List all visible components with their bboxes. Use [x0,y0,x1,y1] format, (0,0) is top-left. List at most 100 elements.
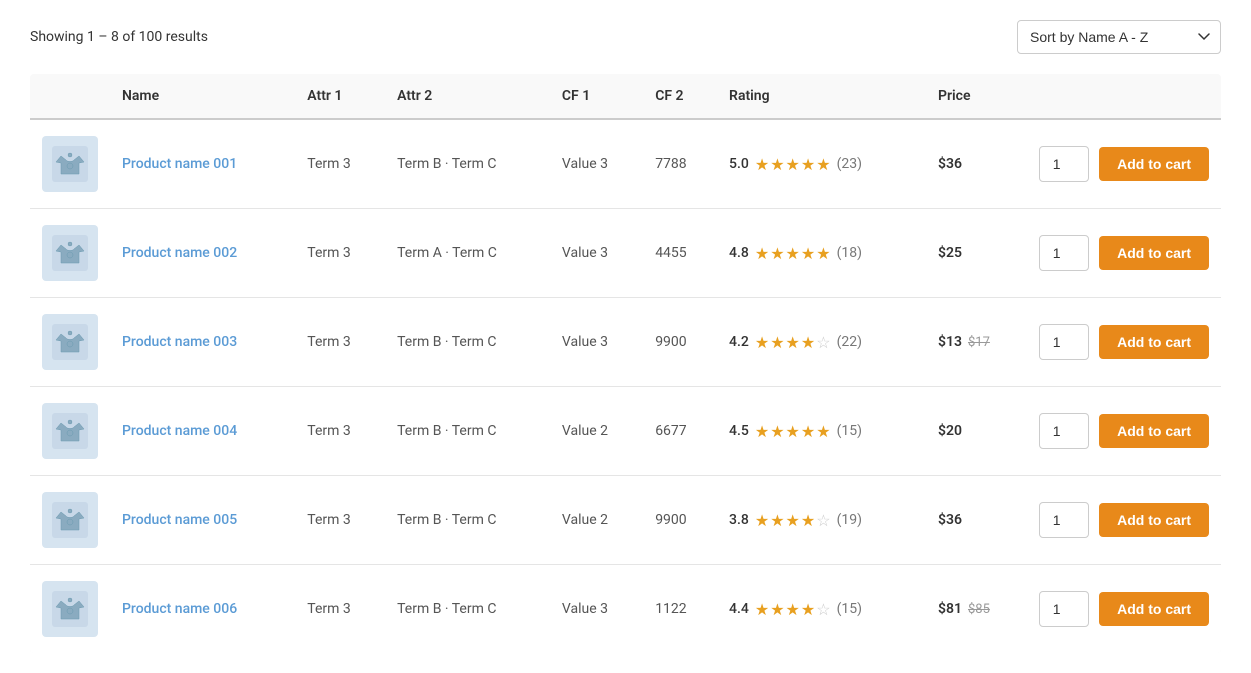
table-row: Product name 004 Term 3 Term B · Term C … [30,387,1221,476]
product-image-cell [30,119,110,209]
star-rating: ★★★★★ [755,422,831,441]
product-name-link[interactable]: Product name 006 [122,601,237,617]
price-main: $81 [938,601,962,617]
qty-input[interactable] [1039,324,1089,360]
qty-input[interactable] [1039,146,1089,182]
add-to-cart-button[interactable]: Add to cart [1099,592,1209,626]
star-filled: ★ [755,244,769,263]
price-main: $36 [938,512,962,528]
rating-cell: 4.8 ★★★★★ (18) [717,209,926,298]
qty-input[interactable] [1039,591,1089,627]
star-filled: ★ [770,244,784,263]
qty-input[interactable] [1039,413,1089,449]
product-image [42,225,98,281]
product-image-cell [30,387,110,476]
star-filled: ★ [786,600,800,619]
star-filled: ★ [801,155,815,174]
th-name: Name [110,74,295,119]
table-row: Product name 006 Term 3 Term B · Term C … [30,565,1221,654]
star-filled: ★ [816,155,830,174]
cf1-cell: Value 3 [550,209,643,298]
price-cell: $25 [926,209,1027,298]
rating-count: (23) [837,156,862,172]
th-cf1: CF 1 [550,74,643,119]
price-cell: $20 [926,387,1027,476]
product-name-link[interactable]: Product name 001 [122,156,237,172]
price-cell: $13 $17 [926,298,1027,387]
attr2-cell: Term B · Term C [385,298,550,387]
star-partial: ★ [816,244,830,263]
star-filled: ★ [755,155,769,174]
product-image-cell [30,565,110,654]
th-attr2: Attr 2 [385,74,550,119]
star-filled: ★ [770,600,784,619]
star-partial: ★ [801,511,815,530]
th-rating: Rating [717,74,926,119]
product-name-link[interactable]: Product name 003 [122,334,237,350]
rating-count: (19) [837,512,862,528]
price-original: $17 [968,335,990,350]
cf1-cell: Value 2 [550,476,643,565]
product-name-link[interactable]: Product name 004 [122,423,237,439]
attr1-cell: Term 3 [295,387,385,476]
star-filled: ★ [770,155,784,174]
product-name-cell: Product name 005 [110,476,295,565]
product-name-link[interactable]: Product name 002 [122,245,237,261]
action-cell: Add to cart [1027,298,1221,387]
star-filled: ★ [786,422,800,441]
qty-input[interactable] [1039,235,1089,271]
rating-count: (22) [837,334,862,350]
add-to-cart-button[interactable]: Add to cart [1099,236,1209,270]
rating-value: 5.0 [729,156,749,172]
star-filled: ★ [755,511,769,530]
product-name-link[interactable]: Product name 005 [122,512,237,528]
star-empty: ☆ [816,600,830,619]
rating-count: (15) [837,423,862,439]
product-name-cell: Product name 002 [110,209,295,298]
top-bar: Showing 1 – 8 of 100 results Sort by Nam… [30,20,1221,54]
sort-select[interactable]: Sort by Name A - ZSort by Name Z - ASort… [1017,20,1221,54]
star-rating: ★★★★★ [755,244,831,263]
star-filled: ★ [755,600,769,619]
table-row: Product name 005 Term 3 Term B · Term C … [30,476,1221,565]
star-filled: ★ [770,333,784,352]
price-main: $13 [938,334,962,350]
rating-cell: 3.8 ★★★★☆ (19) [717,476,926,565]
rating-value: 4.2 [729,334,749,350]
attr1-cell: Term 3 [295,298,385,387]
qty-input[interactable] [1039,502,1089,538]
table-row: Product name 002 Term 3 Term A · Term C … [30,209,1221,298]
add-to-cart-button[interactable]: Add to cart [1099,503,1209,537]
cf2-cell: 9900 [643,298,717,387]
table-body: Product name 001 Term 3 Term B · Term C … [30,119,1221,653]
price-cell: $81 $85 [926,565,1027,654]
action-cell: Add to cart [1027,209,1221,298]
attr1-cell: Term 3 [295,476,385,565]
add-to-cart-button[interactable]: Add to cart [1099,414,1209,448]
add-to-cart-button[interactable]: Add to cart [1099,325,1209,359]
cf1-cell: Value 3 [550,298,643,387]
star-filled: ★ [786,155,800,174]
product-image-cell [30,209,110,298]
product-image-cell [30,298,110,387]
star-rating: ★★★★★ [755,155,831,174]
star-filled: ★ [755,422,769,441]
rating-cell: 4.4 ★★★★☆ (15) [717,565,926,654]
star-filled: ★ [755,333,769,352]
th-actions [1027,74,1221,119]
price-main: $20 [938,423,962,439]
attr2-cell: Term B · Term C [385,119,550,209]
cf1-cell: Value 2 [550,387,643,476]
attr2-cell: Term B · Term C [385,476,550,565]
product-image [42,581,98,637]
price-cell: $36 [926,476,1027,565]
price-cell: $36 [926,119,1027,209]
rating-value: 4.5 [729,423,749,439]
rating-value: 4.4 [729,601,749,617]
star-rating: ★★★★☆ [755,600,831,619]
add-to-cart-button[interactable]: Add to cart [1099,147,1209,181]
product-image [42,136,98,192]
price-original: $85 [968,602,990,617]
rating-count: (15) [837,601,862,617]
star-filled: ★ [770,511,784,530]
